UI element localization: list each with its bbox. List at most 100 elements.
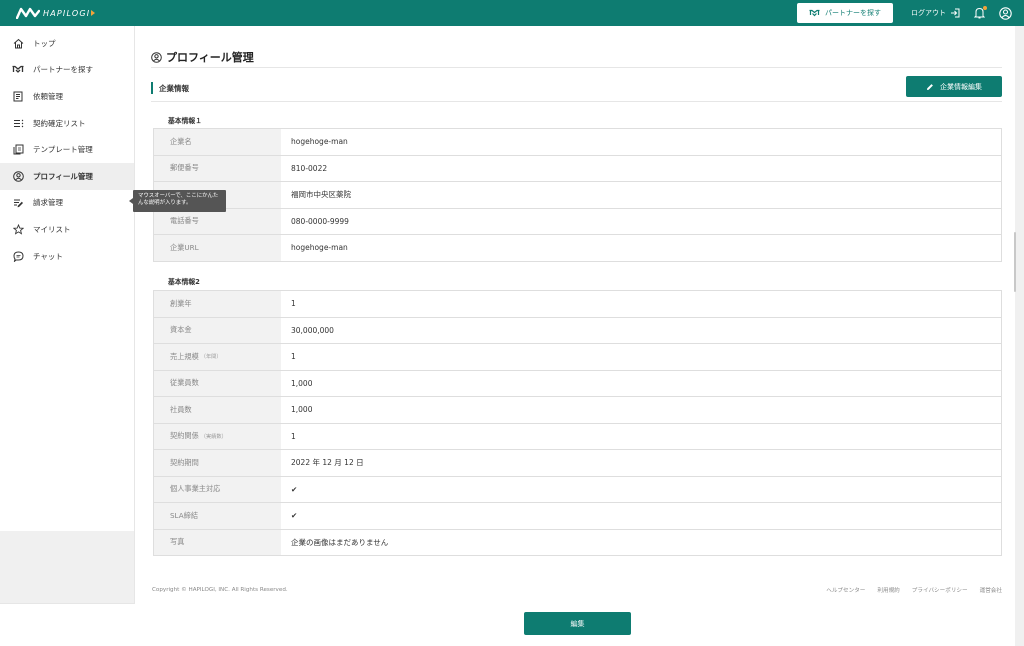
sidebar-item-top[interactable]: トップ bbox=[0, 30, 134, 57]
list-icon bbox=[12, 117, 24, 129]
chat-icon bbox=[12, 250, 24, 262]
row-label-text: 資本金 bbox=[170, 325, 192, 335]
logout-button[interactable]: ログアウト bbox=[911, 8, 960, 18]
sidebar-item-templates[interactable]: テンプレート管理 bbox=[0, 136, 134, 163]
logo-mark-icon bbox=[16, 7, 40, 19]
row-label: 契約関係 （実績数） bbox=[154, 423, 281, 449]
notification-dot bbox=[983, 6, 987, 10]
row-value: hogehoge-man bbox=[291, 243, 348, 253]
app-header: HAPILOGI パートナーを探す ログアウト bbox=[0, 0, 1024, 26]
logo[interactable]: HAPILOGI bbox=[16, 7, 96, 19]
sidebar-item-label: 契約確定リスト bbox=[33, 118, 86, 128]
row-label-text: 社員数 bbox=[170, 404, 192, 414]
row-label-text: 契約関係 bbox=[170, 431, 199, 441]
edit-button[interactable]: 編集 bbox=[524, 612, 631, 635]
find-partner-button[interactable]: パートナーを探す bbox=[797, 3, 893, 23]
logout-label: ログアウト bbox=[911, 9, 946, 17]
row-label-note: （実績数） bbox=[200, 433, 227, 440]
sidebar-item-billing[interactable]: 請求管理 bbox=[0, 190, 134, 217]
footer-link-company[interactable]: 運営会社 bbox=[980, 586, 1002, 594]
page-footer: Copyright © HAPILOGI, INC. All Rights Re… bbox=[152, 586, 1002, 594]
check-icon: ✔ bbox=[291, 511, 298, 521]
table-row: 企業URL hogehoge-man bbox=[154, 235, 1001, 262]
sidebar-item-find-partner[interactable]: パートナーを探す bbox=[0, 57, 134, 84]
row-label: 従業員数 bbox=[154, 370, 281, 396]
logo-arrow-icon bbox=[91, 10, 96, 16]
page-title-text: プロフィール管理 bbox=[166, 51, 254, 64]
row-label-text: 従業員数 bbox=[170, 378, 199, 388]
sidebar-item-label: パートナーを探す bbox=[33, 65, 93, 75]
logo-text: HAPILOGI bbox=[43, 8, 91, 18]
template-icon bbox=[12, 144, 24, 156]
row-value: 30,000,000 bbox=[291, 325, 334, 335]
footer-link-terms[interactable]: 利用規約 bbox=[877, 586, 899, 594]
check-icon: ✔ bbox=[291, 484, 298, 494]
sidebar-item-label: プロフィール管理 bbox=[33, 171, 93, 181]
sidebar-item-contract-list[interactable]: 契約確定リスト bbox=[0, 110, 134, 137]
table-row: 契約期間 2022 年 12 月 12 日 bbox=[154, 450, 1001, 477]
table-row: 社員数 1,000 bbox=[154, 397, 1001, 424]
divider bbox=[151, 67, 1002, 68]
handshake-icon bbox=[809, 9, 820, 17]
section-title: 企業情報 bbox=[151, 82, 189, 94]
row-label-text: 写真 bbox=[170, 537, 185, 547]
scrollbar-thumb[interactable] bbox=[1014, 232, 1016, 292]
handshake-icon bbox=[12, 64, 24, 76]
sidebar-item-label: 依頼管理 bbox=[33, 91, 63, 101]
document-icon bbox=[12, 90, 24, 102]
copyright-text: Copyright © HAPILOGI, INC. All Rights Re… bbox=[152, 587, 288, 593]
footer-link-privacy[interactable]: プライバシーポリシー bbox=[912, 586, 968, 594]
table-row: SLA締結 ✔ bbox=[154, 503, 1001, 530]
row-label: 社員数 bbox=[154, 397, 281, 423]
logout-icon bbox=[951, 8, 960, 18]
row-value: 1 bbox=[291, 431, 296, 441]
footer-link-help[interactable]: ヘルプセンター bbox=[826, 586, 865, 594]
table-row: 売上規模 （年間） 1 bbox=[154, 344, 1001, 371]
table-row: 電話番号 080-0000-9999 bbox=[154, 208, 1001, 235]
user-avatar-button[interactable] bbox=[999, 6, 1012, 20]
row-value: 1 bbox=[291, 299, 296, 309]
row-value: 1,000 bbox=[291, 405, 313, 415]
row-label: 売上規模 （年間） bbox=[154, 344, 281, 370]
pencil-icon bbox=[927, 83, 933, 90]
page-title: プロフィール管理 bbox=[151, 49, 254, 65]
sidebar-item-label: 請求管理 bbox=[33, 198, 63, 208]
table-row: 従業員数 1,000 bbox=[154, 370, 1001, 397]
table-row: 写真 企業の画像はまだありません bbox=[154, 529, 1001, 556]
row-label: 契約期間 bbox=[154, 450, 281, 476]
basic-info-1-table: 企業名 hogehoge-man 郵便番号 810-0022 住所 福岡市中央区… bbox=[153, 128, 1002, 262]
sidebar-item-mylist[interactable]: マイリスト bbox=[0, 216, 134, 243]
basic-info-2-title: 基本情報2 bbox=[168, 278, 200, 286]
edit-company-info-button[interactable]: 企業情報編集 bbox=[906, 76, 1002, 97]
sidebar-footer bbox=[0, 603, 135, 646]
table-row: 郵便番号 810-0022 bbox=[154, 155, 1001, 182]
footer-links: ヘルプセンター 利用規約 プライバシーポリシー 運営会社 bbox=[814, 586, 1002, 594]
row-label-text: 契約期間 bbox=[170, 457, 199, 467]
sidebar-item-chat[interactable]: チャット bbox=[0, 243, 134, 270]
main-content: プロフィール管理 企業情報 企業情報編集 基本情報１ 企業名 hogehoge-… bbox=[135, 26, 1015, 646]
row-value: 2022 年 12 月 12 日 bbox=[291, 458, 364, 468]
basic-info-1-title: 基本情報１ bbox=[168, 117, 202, 125]
sidebar-item-label: トップ bbox=[33, 38, 56, 48]
sidebar-item-requests[interactable]: 依頼管理 bbox=[0, 83, 134, 110]
notification-button[interactable] bbox=[974, 6, 987, 19]
invoice-icon bbox=[12, 197, 24, 209]
sidebar: トップ パートナーを探す 依頼管理 契約確定リスト テンプレート管理 プロフィー… bbox=[0, 26, 135, 531]
row-label-text: 個人事業主対応 bbox=[170, 484, 221, 494]
sidebar-item-label: テンプレート管理 bbox=[33, 145, 93, 155]
scrollbar-track[interactable] bbox=[1015, 26, 1024, 646]
user-circle-icon bbox=[999, 6, 1012, 20]
row-label: 企業名 bbox=[154, 129, 281, 155]
row-label: 企業URL bbox=[154, 235, 281, 261]
sidebar-item-profile[interactable]: プロフィール管理 bbox=[0, 162, 134, 190]
table-row: 資本金 30,000,000 bbox=[154, 317, 1001, 344]
row-label: 電話番号 bbox=[154, 208, 281, 234]
edit-company-info-label: 企業情報編集 bbox=[940, 82, 982, 91]
row-label-text: 創業年 bbox=[170, 298, 192, 308]
row-label: 資本金 bbox=[154, 317, 281, 343]
user-circle-icon bbox=[151, 51, 162, 63]
row-label-text: SLA締結 bbox=[170, 510, 199, 520]
row-value: 企業の画像はまだありません bbox=[291, 537, 389, 547]
row-value: 080-0000-9999 bbox=[291, 216, 349, 226]
sidebar-item-label: マイリスト bbox=[33, 224, 71, 234]
